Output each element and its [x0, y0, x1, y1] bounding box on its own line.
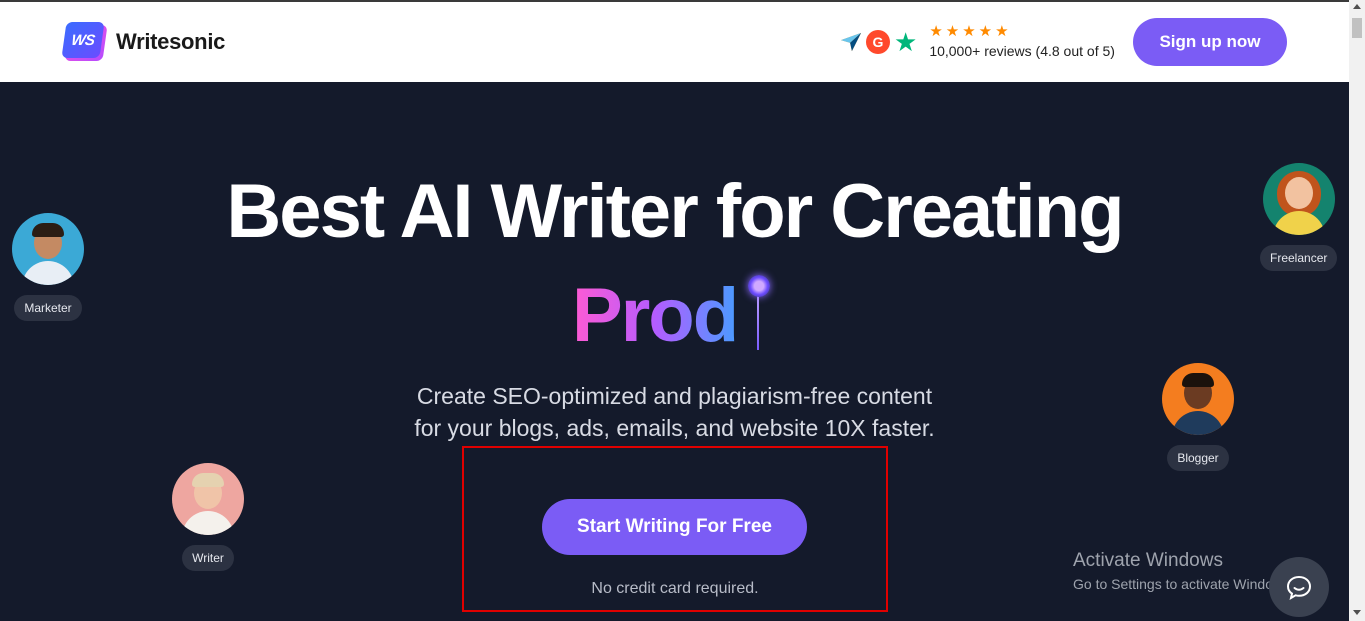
avatar — [1262, 163, 1335, 235]
chat-launcher-button[interactable] — [1269, 557, 1329, 617]
ratings-summary: G ★ ★★★★★ 10,000+ reviews (4.8 out of 5) — [840, 24, 1115, 59]
scroll-down-icon[interactable] — [1353, 610, 1361, 615]
reviews-count: 10,000+ reviews (4.8 out of 5) — [929, 43, 1115, 59]
hero-title: Best AI Writer for Creating — [226, 169, 1124, 254]
signup-button[interactable]: Sign up now — [1133, 18, 1287, 66]
page-scrollbar[interactable] — [1349, 0, 1365, 621]
scroll-thumb[interactable] — [1352, 18, 1362, 38]
logo-text: Writesonic — [116, 29, 226, 54]
chat-icon — [1286, 575, 1312, 600]
site-header: WS Writesonic G ★ ★★★★★ 10,000+ reviews … — [0, 2, 1349, 82]
avatar — [172, 463, 244, 535]
capterra-icon — [840, 32, 862, 51]
persona-label: Marketer — [14, 295, 82, 321]
logo-mark-icon: WS — [61, 22, 108, 62]
hero-subtitle: Create SEO-optimized and plagiarism-free… — [414, 383, 935, 441]
persona-freelancer: Freelancer — [1260, 163, 1338, 271]
scroll-up-icon[interactable] — [1353, 4, 1361, 9]
persona-label: Freelancer — [1260, 245, 1338, 271]
no-credit-card-note: No credit card required. — [591, 580, 759, 597]
persona-label: Writer — [182, 545, 234, 571]
cursor-glow-icon — [748, 275, 770, 297]
writesonic-logo[interactable]: WS Writesonic — [61, 22, 226, 62]
start-writing-button[interactable]: Start Writing For Free — [542, 499, 807, 555]
g2-icon: G — [866, 29, 890, 54]
activate-windows-watermark: Activate Windows Go to Settings to activ… — [1073, 550, 1294, 592]
rating-stars: ★★★★★ — [929, 23, 1012, 40]
persona-writer: Writer — [172, 463, 244, 571]
persona-blogger: Blogger — [1162, 363, 1234, 471]
avatar — [12, 213, 84, 285]
persona-marketer: Marketer — [12, 213, 84, 321]
persona-label: Blogger — [1167, 445, 1229, 471]
typed-word: Prod — [572, 273, 739, 358]
avatar — [1162, 363, 1234, 435]
trustpilot-icon: ★ — [894, 26, 918, 57]
typing-cursor — [757, 296, 759, 350]
